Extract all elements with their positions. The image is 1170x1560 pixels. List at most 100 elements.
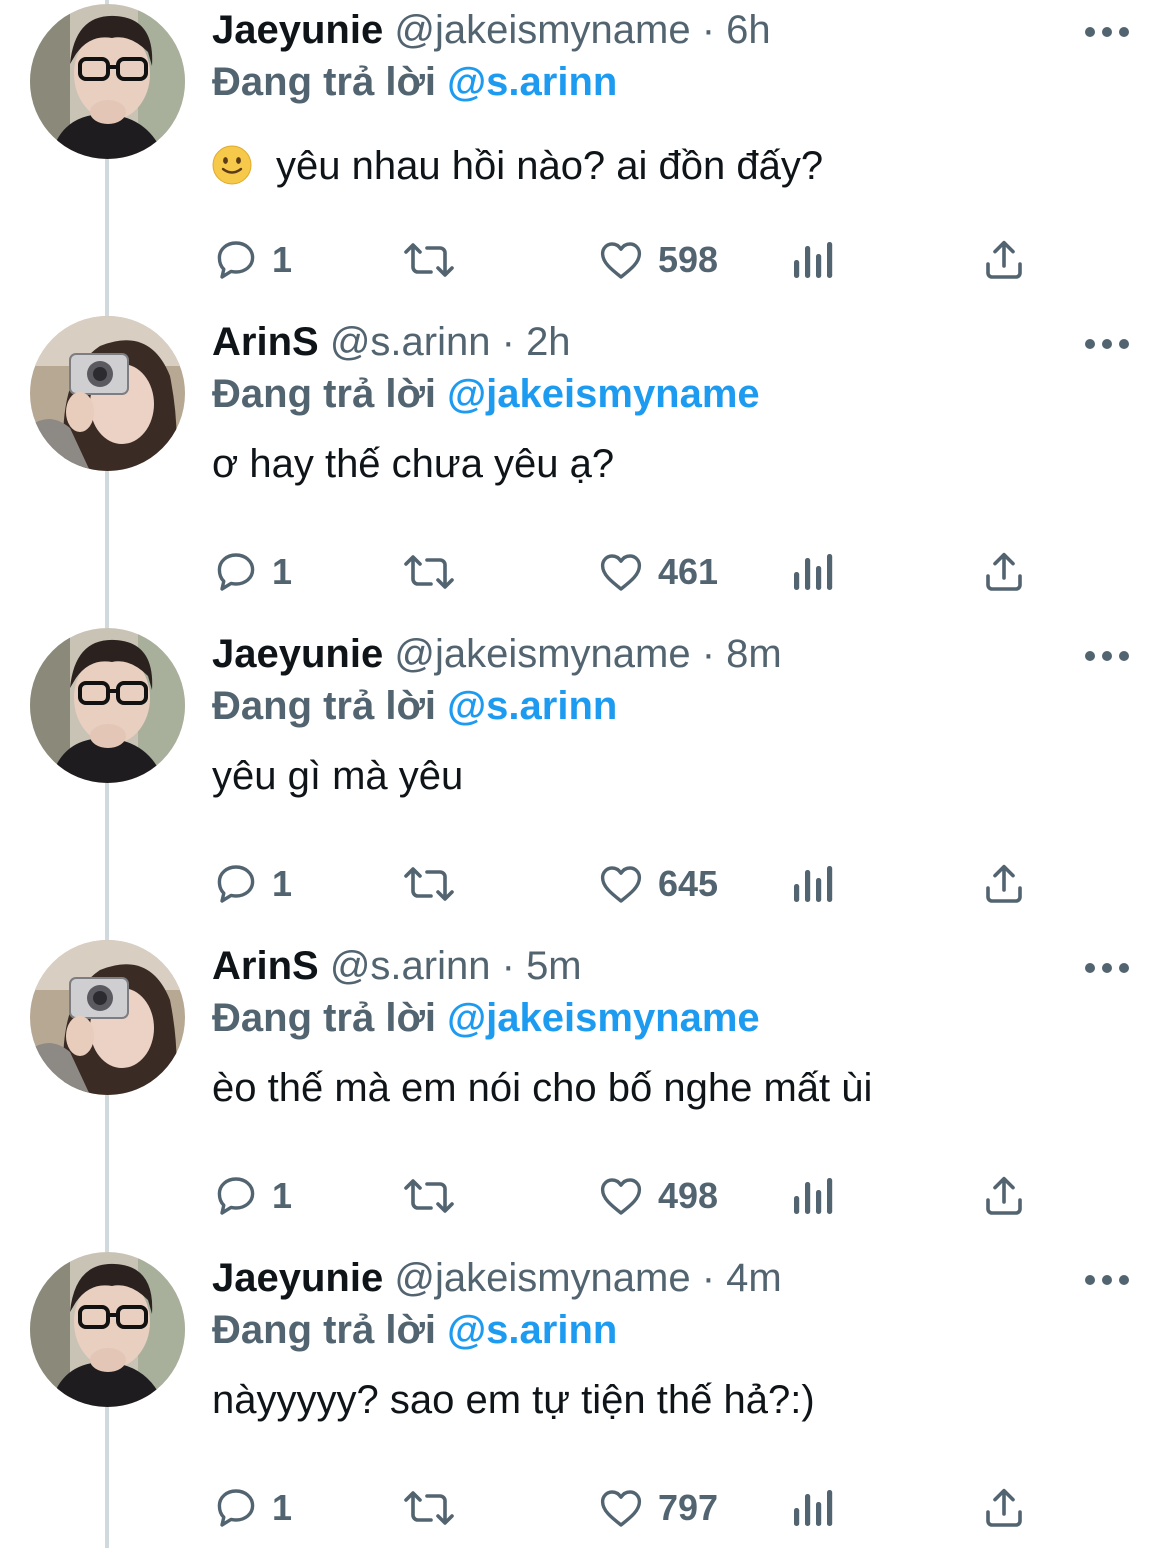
replying-to-label: Đang trả lời xyxy=(212,60,437,104)
header-separator: · xyxy=(501,944,515,988)
more-icon[interactable] xyxy=(1085,26,1129,38)
retweet-button[interactable] xyxy=(400,1482,458,1534)
replying-to-handle[interactable]: @jakeismyname xyxy=(447,372,760,416)
share-button[interactable] xyxy=(980,546,1028,598)
jaeyunie-avatar[interactable] xyxy=(30,1252,185,1407)
replying-to-line: Đang trả lời @jakeismyname xyxy=(212,994,760,1042)
user-handle[interactable]: @jakeismyname xyxy=(394,632,690,676)
like-count: 797 xyxy=(658,1487,719,1528)
share-icon xyxy=(986,240,1022,279)
reply-icon xyxy=(217,241,255,279)
like-count: 461 xyxy=(658,551,719,592)
retweet-icon xyxy=(404,1491,454,1525)
like-icon xyxy=(600,866,642,903)
user-handle[interactable]: @s.arinn xyxy=(330,944,491,988)
replying-to-handle[interactable]: @s.arinn xyxy=(447,684,617,728)
jaeyunie-avatar[interactable] xyxy=(30,4,185,159)
like-button[interactable]: 498 xyxy=(596,1170,718,1222)
like-button[interactable]: 598 xyxy=(596,234,718,286)
tweet-timestamp[interactable]: 8m xyxy=(726,632,782,676)
slightly-smiling-face-icon xyxy=(212,145,252,185)
tweet-text-content: yêu gì mà yêu xyxy=(212,754,464,798)
views-icon xyxy=(794,1178,833,1214)
tweet[interactable]: Jaeyunie @jakeismyname · 6h Đang trả lời… xyxy=(0,0,1170,312)
tweet[interactable]: Jaeyunie @jakeismyname · 4m Đang trả lời… xyxy=(0,1248,1170,1560)
retweet-button[interactable] xyxy=(400,858,458,910)
more-icon[interactable] xyxy=(1085,650,1129,662)
reply-button[interactable]: 1 xyxy=(212,234,292,286)
views-icon xyxy=(794,1490,833,1526)
replying-to-label: Đang trả lời xyxy=(212,996,437,1040)
user-handle[interactable]: @jakeismyname xyxy=(394,8,690,52)
tweet-text: èo thế mà em nói cho bố nghe mất ùi xyxy=(212,1064,872,1112)
reply-count: 1 xyxy=(272,239,293,280)
share-icon xyxy=(986,864,1022,903)
views-button[interactable] xyxy=(792,546,834,598)
share-button[interactable] xyxy=(980,858,1028,910)
share-button[interactable] xyxy=(980,234,1028,286)
retweet-button[interactable] xyxy=(400,234,458,286)
display-name[interactable]: ArinS xyxy=(212,320,319,364)
reply-count: 1 xyxy=(272,1487,293,1528)
tweet-timestamp[interactable]: 2h xyxy=(526,320,571,364)
views-button[interactable] xyxy=(792,234,834,286)
like-button[interactable]: 645 xyxy=(596,858,718,910)
retweet-button[interactable] xyxy=(400,546,458,598)
retweet-icon xyxy=(404,1179,454,1213)
share-icon xyxy=(986,552,1022,591)
replying-to-label: Đang trả lời xyxy=(212,1308,437,1352)
tweet-header: Jaeyunie @jakeismyname · 8m xyxy=(212,630,782,678)
display-name[interactable]: ArinS xyxy=(212,944,319,988)
header-separator: · xyxy=(501,320,515,364)
replying-to-label: Đang trả lời xyxy=(212,372,437,416)
arins-avatar[interactable] xyxy=(30,316,185,471)
tweet-text: yêu gì mà yêu xyxy=(212,752,463,800)
tweet[interactable]: ArinS @s.arinn · 2h Đang trả lời @jakeis… xyxy=(0,312,1170,624)
more-icon[interactable] xyxy=(1085,338,1129,350)
like-button[interactable]: 797 xyxy=(596,1482,718,1534)
user-handle[interactable]: @s.arinn xyxy=(330,320,491,364)
display-name[interactable]: Jaeyunie xyxy=(212,632,383,676)
share-button[interactable] xyxy=(980,1482,1028,1534)
share-icon xyxy=(986,1176,1022,1215)
views-button[interactable] xyxy=(792,858,834,910)
tweet-timestamp[interactable]: 4m xyxy=(726,1256,782,1300)
views-button[interactable] xyxy=(792,1170,834,1222)
share-button[interactable] xyxy=(980,1170,1028,1222)
tweet[interactable]: Jaeyunie @jakeismyname · 8m Đang trả lời… xyxy=(0,624,1170,936)
views-icon xyxy=(794,554,833,590)
header-separator: · xyxy=(701,8,716,52)
jaeyunie-avatar[interactable] xyxy=(30,628,185,783)
reply-button[interactable]: 1 xyxy=(212,1170,292,1222)
like-icon xyxy=(600,242,642,279)
tweet-text: nàyyyyy? sao em tự tiện thế hả?:) xyxy=(212,1376,815,1424)
replying-to-handle[interactable]: @jakeismyname xyxy=(447,996,760,1040)
arins-avatar[interactable] xyxy=(30,940,185,1095)
display-name[interactable]: Jaeyunie xyxy=(212,1256,383,1300)
user-handle[interactable]: @jakeismyname xyxy=(394,1256,690,1300)
retweet-button[interactable] xyxy=(400,1170,458,1222)
reply-icon xyxy=(217,865,255,903)
like-button[interactable]: 461 xyxy=(596,546,718,598)
reply-icon xyxy=(217,1489,255,1527)
like-count: 645 xyxy=(658,863,719,904)
tweet-timestamp[interactable]: 5m xyxy=(526,944,582,988)
replying-to-handle[interactable]: @s.arinn xyxy=(447,1308,617,1352)
tweet-actions: 1 797 xyxy=(0,1482,1170,1534)
replying-to-handle[interactable]: @s.arinn xyxy=(447,60,617,104)
tweet-text-content: èo thế mà em nói cho bố nghe mất ùi xyxy=(212,1066,873,1110)
views-button[interactable] xyxy=(792,1482,834,1534)
tweet-timestamp[interactable]: 6h xyxy=(726,8,771,52)
reply-button[interactable]: 1 xyxy=(212,1482,292,1534)
tweet[interactable]: ArinS @s.arinn · 5m Đang trả lời @jakeis… xyxy=(0,936,1170,1248)
share-icon xyxy=(986,1488,1022,1527)
more-icon[interactable] xyxy=(1085,1274,1129,1286)
like-count: 498 xyxy=(658,1175,719,1216)
display-name[interactable]: Jaeyunie xyxy=(212,8,383,52)
tweet-actions: 1 598 xyxy=(0,234,1170,286)
reply-count: 1 xyxy=(272,551,293,592)
more-icon[interactable] xyxy=(1085,962,1129,974)
reply-button[interactable]: 1 xyxy=(212,858,292,910)
tweet-actions: 1 461 xyxy=(0,546,1170,598)
reply-button[interactable]: 1 xyxy=(212,546,292,598)
